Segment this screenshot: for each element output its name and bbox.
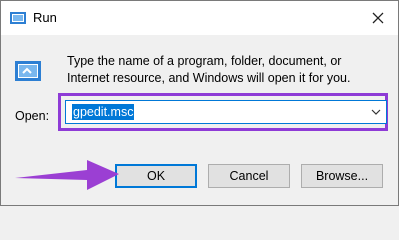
run-dialog: Run Type the name of a program, folder, … <box>0 0 399 206</box>
open-label: Open: <box>15 109 50 123</box>
open-input-value[interactable]: gpedit.msc <box>72 104 135 120</box>
title-bar: Run <box>1 1 398 35</box>
open-combobox[interactable]: gpedit.msc <box>65 100 387 124</box>
run-icon <box>15 61 41 81</box>
ok-button[interactable]: OK <box>115 164 197 188</box>
instruction-text: Type the name of a program, folder, docu… <box>67 54 351 85</box>
cancel-button[interactable]: Cancel <box>208 164 290 188</box>
pointer-arrow <box>15 160 119 190</box>
window-title: Run <box>33 10 57 25</box>
browse-button[interactable]: Browse... <box>301 164 383 188</box>
close-icon[interactable] <box>369 9 387 27</box>
chevron-down-icon[interactable] <box>370 106 382 118</box>
run-app-icon <box>10 12 26 24</box>
